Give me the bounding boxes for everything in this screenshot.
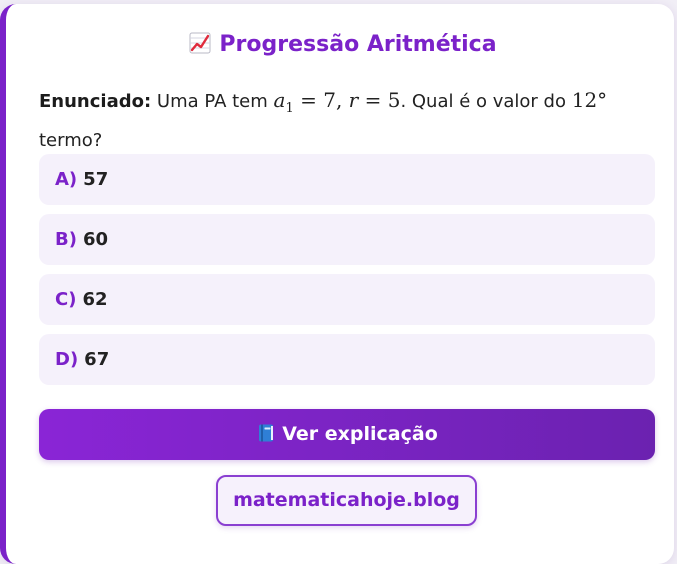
statement-text-after: . Qual é o valor do (400, 91, 566, 112)
see-explanation-button[interactable]: Ver explicação (39, 409, 655, 460)
question-statement: Enunciado: Uma PA tem a1 = 7, r = 5. Qua… (39, 84, 651, 157)
option-b[interactable]: B) 60 (39, 214, 655, 265)
see-explanation-label: Ver explicação (282, 423, 438, 445)
math-a-var: a (273, 88, 286, 112)
math-r-var: r (348, 88, 359, 112)
blog-link-button[interactable]: matematicahoje.blog (216, 475, 477, 526)
option-value: 60 (82, 229, 109, 250)
option-value: 57 (83, 169, 109, 190)
option-letter: B) (55, 229, 77, 250)
math-a-sub: 1 (285, 101, 294, 116)
math-a-eq: = 7, (300, 88, 343, 112)
chart-increasing-icon (189, 32, 211, 60)
blue-book-icon (256, 412, 276, 463)
option-value: 62 (82, 289, 108, 310)
statement-text-before: Uma PA tem (156, 91, 268, 112)
quiz-title-text: Progressão Aritmética (219, 32, 497, 57)
option-c[interactable]: C) 62 (39, 274, 655, 325)
option-d[interactable]: D) 67 (39, 334, 655, 385)
statement-text-end: termo? (39, 130, 103, 151)
math-ordinal: 12° (571, 88, 608, 112)
option-value: 67 (84, 349, 110, 370)
statement-math-expression: a1 = 7, r = 5 (273, 88, 401, 116)
statement-label: Enunciado: (39, 91, 152, 112)
quiz-card: Progressão Aritmética Enunciado: Uma PA … (0, 4, 674, 564)
blog-link-label: matematicahoje.blog (233, 489, 460, 511)
quiz-title: Progressão Aritmética (6, 32, 677, 60)
math-r-eq: = 5 (364, 88, 401, 112)
option-letter: D) (55, 349, 79, 370)
option-letter: C) (55, 289, 77, 310)
option-a[interactable]: A) 57 (39, 154, 655, 205)
option-letter: A) (55, 169, 78, 190)
